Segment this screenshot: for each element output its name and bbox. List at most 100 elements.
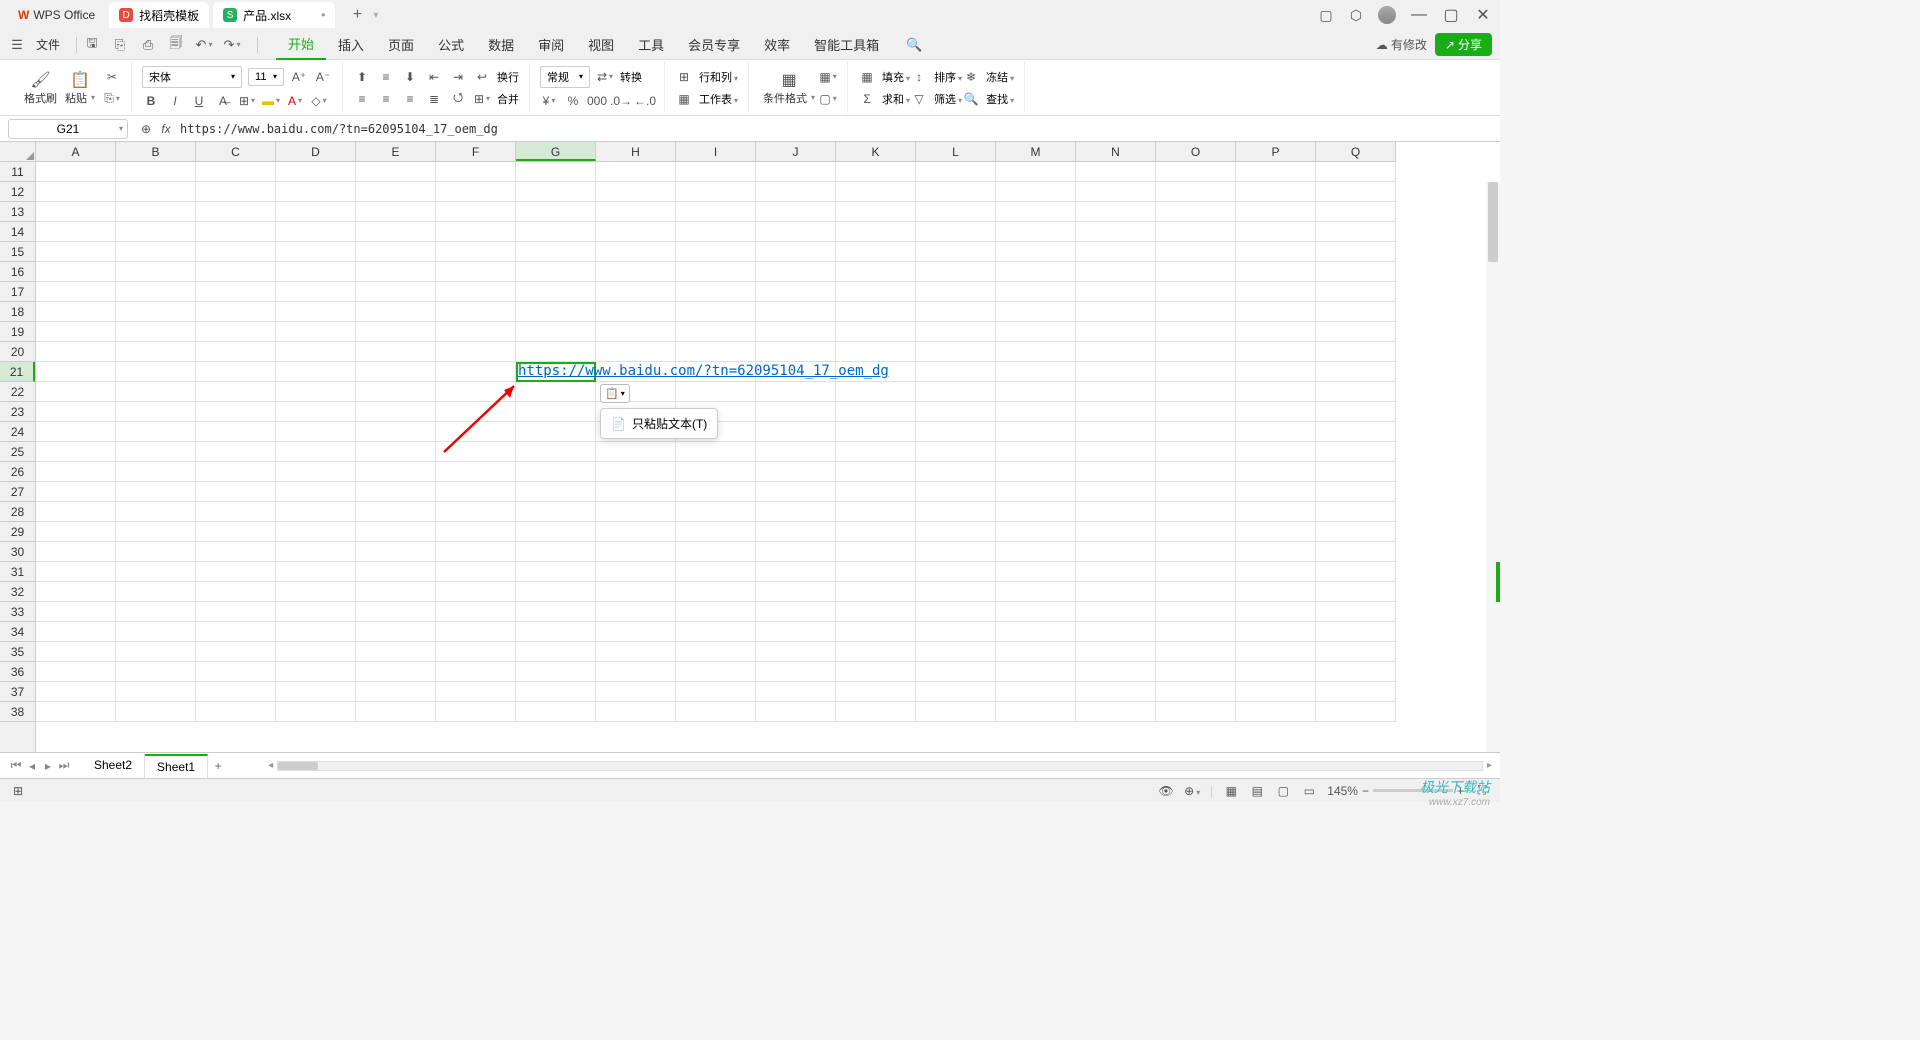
cell[interactable] xyxy=(1076,342,1156,362)
cell[interactable] xyxy=(116,662,196,682)
cell[interactable] xyxy=(836,322,916,342)
cell[interactable] xyxy=(116,262,196,282)
cell[interactable] xyxy=(276,402,356,422)
cell[interactable] xyxy=(676,522,756,542)
cell[interactable] xyxy=(116,202,196,222)
cell[interactable] xyxy=(756,562,836,582)
cell[interactable] xyxy=(356,402,436,422)
cell[interactable] xyxy=(36,282,116,302)
cell[interactable] xyxy=(1316,322,1396,342)
cell[interactable] xyxy=(516,262,596,282)
row-header-18[interactable]: 18 xyxy=(0,302,35,322)
cell[interactable] xyxy=(196,542,276,562)
cell[interactable] xyxy=(356,222,436,242)
cell[interactable] xyxy=(276,522,356,542)
row-header-35[interactable]: 35 xyxy=(0,642,35,662)
cell[interactable] xyxy=(1236,482,1316,502)
cell[interactable] xyxy=(1156,322,1236,342)
cell[interactable] xyxy=(1316,662,1396,682)
cell[interactable] xyxy=(1076,162,1156,182)
cell[interactable] xyxy=(1316,402,1396,422)
cell[interactable] xyxy=(1236,202,1316,222)
cell[interactable] xyxy=(36,202,116,222)
cell[interactable] xyxy=(116,502,196,522)
cell[interactable] xyxy=(596,242,676,262)
cell[interactable] xyxy=(196,502,276,522)
cell[interactable] xyxy=(276,202,356,222)
cell[interactable] xyxy=(996,262,1076,282)
format-brush-button[interactable]: 🖌格式刷 xyxy=(24,62,57,113)
cell[interactable] xyxy=(596,182,676,202)
row-header-27[interactable]: 27 xyxy=(0,482,35,502)
cell[interactable] xyxy=(516,522,596,542)
cell[interactable] xyxy=(756,462,836,482)
cell[interactable] xyxy=(1316,502,1396,522)
cell[interactable] xyxy=(516,542,596,562)
cell[interactable] xyxy=(596,322,676,342)
cell[interactable] xyxy=(996,562,1076,582)
cell[interactable] xyxy=(1076,622,1156,642)
cell[interactable] xyxy=(996,502,1076,522)
cell[interactable] xyxy=(276,242,356,262)
save-icon[interactable]: 🖫 xyxy=(83,36,101,54)
cell[interactable] xyxy=(996,542,1076,562)
cell[interactable] xyxy=(116,362,196,382)
cell[interactable] xyxy=(116,462,196,482)
cell[interactable] xyxy=(36,442,116,462)
cell[interactable] xyxy=(1156,602,1236,622)
cell[interactable] xyxy=(836,482,916,502)
cell[interactable] xyxy=(1076,542,1156,562)
cell[interactable] xyxy=(436,242,516,262)
cell[interactable] xyxy=(356,562,436,582)
dec-inc-icon[interactable]: .0→ xyxy=(612,92,630,110)
add-sheet-button[interactable]: + xyxy=(208,759,228,773)
cell[interactable] xyxy=(1316,182,1396,202)
cell[interactable] xyxy=(116,282,196,302)
cell[interactable] xyxy=(436,182,516,202)
cell[interactable] xyxy=(996,342,1076,362)
cell[interactable] xyxy=(196,562,276,582)
cell[interactable] xyxy=(1316,302,1396,322)
cell[interactable] xyxy=(1156,662,1236,682)
cell[interactable] xyxy=(916,202,996,222)
col-header-Q[interactable]: Q xyxy=(1316,142,1396,161)
cell[interactable] xyxy=(356,522,436,542)
cell[interactable] xyxy=(116,382,196,402)
cell[interactable] xyxy=(516,642,596,662)
cell[interactable] xyxy=(1236,562,1316,582)
cell[interactable] xyxy=(996,602,1076,622)
cell[interactable] xyxy=(276,302,356,322)
indent-dec-icon[interactable]: ⇤ xyxy=(425,68,443,86)
cell[interactable] xyxy=(516,282,596,302)
cell[interactable] xyxy=(1316,282,1396,302)
cell[interactable] xyxy=(836,342,916,362)
fx-icon[interactable]: fx xyxy=(156,122,176,136)
cell[interactable] xyxy=(756,282,836,302)
cell[interactable] xyxy=(756,642,836,662)
cell[interactable] xyxy=(676,542,756,562)
cell[interactable] xyxy=(1316,562,1396,582)
wrap-button[interactable]: ↩ xyxy=(473,68,491,86)
cell[interactable] xyxy=(516,662,596,682)
zoom-out-button[interactable]: − xyxy=(1362,784,1369,798)
cell[interactable] xyxy=(196,222,276,242)
ribbon-tab-1[interactable]: 插入 xyxy=(326,30,376,60)
cell[interactable] xyxy=(516,462,596,482)
cell[interactable] xyxy=(1236,622,1316,642)
cell[interactable] xyxy=(596,602,676,622)
align-top-icon[interactable]: ⬆ xyxy=(353,68,371,86)
strike-button[interactable]: A̶ xyxy=(214,92,232,110)
cell[interactable] xyxy=(1316,202,1396,222)
cell[interactable] xyxy=(356,642,436,662)
cell[interactable] xyxy=(916,682,996,702)
cell[interactable] xyxy=(676,202,756,222)
view-normal-icon[interactable]: ▦ xyxy=(1223,784,1239,798)
cell[interactable] xyxy=(196,602,276,622)
cell[interactable] xyxy=(1236,342,1316,362)
cell[interactable] xyxy=(1236,542,1316,562)
paste-options-button[interactable]: 📋▾ xyxy=(600,384,630,403)
tab-template[interactable]: D找稻壳模板 xyxy=(109,2,209,28)
cell[interactable] xyxy=(1236,662,1316,682)
cell[interactable] xyxy=(436,502,516,522)
cell[interactable] xyxy=(1316,582,1396,602)
